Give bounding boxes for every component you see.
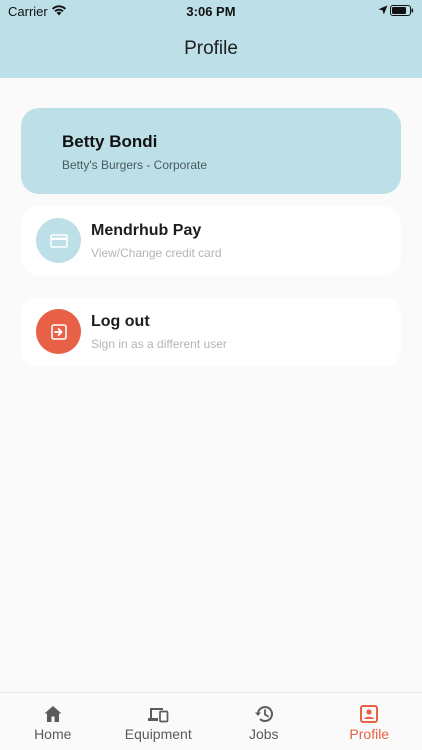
logout-title: Log out — [91, 313, 150, 330]
tab-jobs[interactable]: Jobs — [211, 693, 317, 750]
profile-icon — [360, 705, 379, 723]
pay-title: Mendrhub Pay — [91, 222, 202, 239]
history-icon — [254, 706, 273, 722]
tab-home-label: Home — [34, 726, 72, 742]
tab-bar: Home Equipment Jobs Profile — [0, 692, 422, 750]
status-bar: Carrier 3:06 PM — [0, 0, 422, 22]
logout-icon — [50, 323, 67, 340]
status-time: 3:06 PM — [186, 4, 236, 19]
header: Carrier 3:06 PM Profile — [0, 0, 422, 78]
pay-subtitle: View/Change credit card — [91, 246, 222, 260]
home-icon — [44, 706, 62, 722]
tab-jobs-label: Jobs — [248, 726, 279, 742]
logout-subtitle: Sign in as a different user — [91, 337, 227, 351]
location-arrow-icon — [378, 5, 388, 15]
profile-card[interactable]: Betty Bondi Betty's Burgers - Corporate — [21, 108, 401, 194]
credit-card-icon — [49, 233, 68, 248]
tab-equipment-label: Equipment — [124, 726, 192, 742]
logout-item[interactable]: Log out Sign in as a different user — [21, 297, 401, 367]
profile-screen: Carrier 3:06 PM Profile Betty Bondi Bett… — [0, 0, 422, 750]
mendrhub-pay-item[interactable]: Mendrhub Pay View/Change credit card — [21, 206, 401, 276]
tab-home[interactable]: Home — [0, 693, 106, 750]
profile-name: Betty Bondi — [62, 132, 158, 151]
devices-icon — [148, 708, 169, 723]
pay-icon-badge — [36, 218, 81, 263]
tab-profile[interactable]: Profile — [317, 693, 422, 750]
profile-company: Betty's Burgers - Corporate — [62, 158, 208, 172]
tab-equipment[interactable]: Equipment — [106, 693, 212, 750]
page-title: Profile — [184, 38, 238, 59]
battery-icon — [390, 5, 414, 16]
logout-icon-badge — [36, 309, 81, 354]
tab-profile-label: Profile — [349, 726, 390, 742]
